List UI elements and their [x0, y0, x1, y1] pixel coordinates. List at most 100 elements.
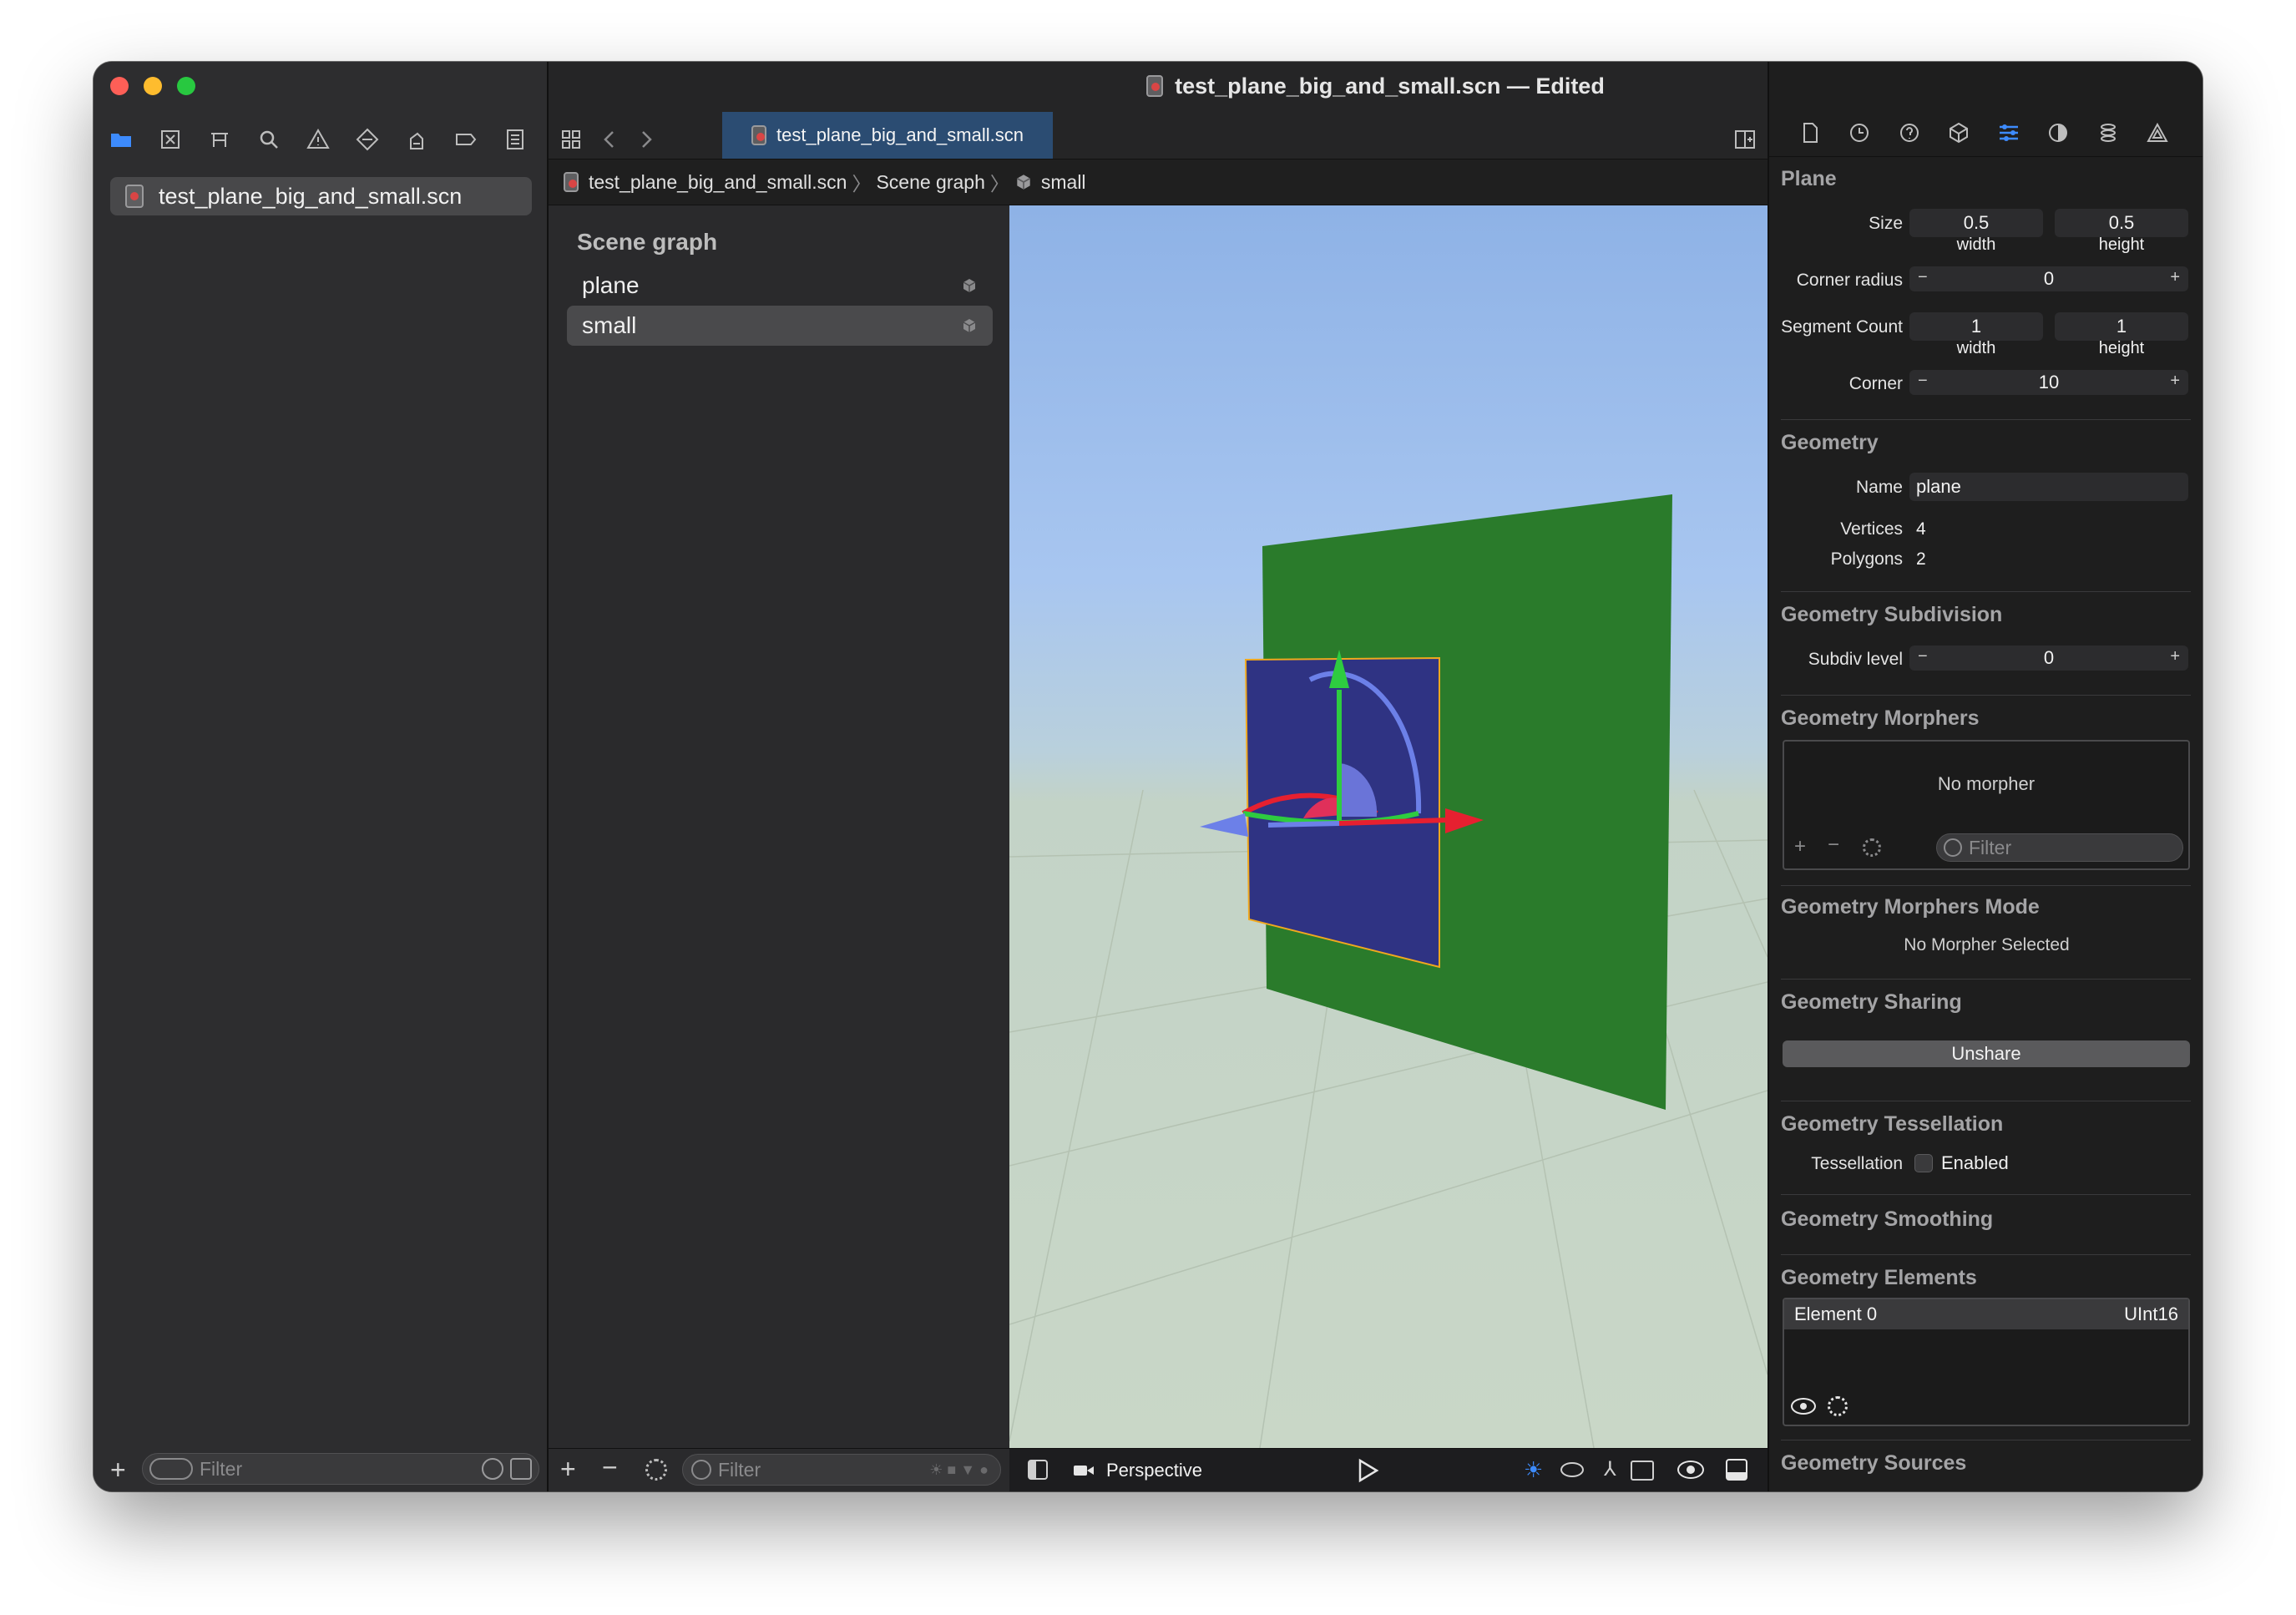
filter-type-icons[interactable]: ☀ ■ ▼ ● — [929, 1461, 989, 1479]
back-chevron-icon[interactable] — [590, 120, 629, 159]
add-icon[interactable]: + — [110, 1455, 126, 1486]
navigator-file-name: test_plane_big_and_small.scn — [159, 183, 463, 209]
element-row[interactable]: Element 0 UInt16 — [1784, 1299, 2188, 1329]
divider — [1781, 419, 2191, 420]
unshare-button[interactable]: Unshare — [1783, 1040, 2190, 1067]
add-editor-icon[interactable] — [1726, 120, 1764, 159]
breadcrumb-node[interactable]: small — [1041, 171, 1086, 194]
forward-chevron-icon[interactable] — [627, 120, 665, 159]
add-morpher-icon[interactable]: + — [1794, 835, 1806, 858]
corner-radius-label: Corner radius — [1796, 271, 1903, 290]
physics-icon[interactable] — [2089, 114, 2127, 152]
segment-width-field[interactable]: 1 — [1909, 312, 2043, 341]
element-name: Element 0 — [1794, 1304, 1878, 1324]
remove-morpher-icon[interactable]: − — [1828, 833, 1839, 857]
eye-icon[interactable] — [1791, 1398, 1816, 1415]
help-icon[interactable] — [1890, 114, 1929, 152]
xcode-window: test_plane_big_and_small.scn + Filter te… — [94, 62, 2202, 1491]
divider — [1781, 979, 2191, 980]
add-node-icon[interactable]: + — [560, 1454, 576, 1485]
node-cube-icon — [963, 279, 976, 292]
debug-spray-icon[interactable] — [397, 120, 436, 159]
material-icon[interactable] — [2039, 114, 2077, 152]
scene-graph-heading: Scene graph — [577, 229, 718, 255]
zoom-window-button[interactable] — [177, 77, 195, 95]
warning-icon[interactable] — [299, 120, 337, 159]
node-inspector-cube-icon[interactable] — [1939, 114, 1978, 152]
gear-icon[interactable] — [1863, 838, 1881, 857]
breadcrumb-file[interactable]: test_plane_big_and_small.scn — [589, 171, 847, 194]
play-icon[interactable] — [1355, 1457, 1380, 1484]
section-smoothing-title: Geometry Smoothing — [1781, 1207, 1994, 1231]
grid-icon[interactable] — [552, 120, 590, 159]
z-axis-handle[interactable] — [1267, 821, 1340, 828]
file-inspector-icon[interactable] — [1791, 114, 1829, 152]
divider — [1781, 1254, 2191, 1255]
sidebar-toggle-icon[interactable] — [1028, 1460, 1048, 1480]
recent-files-icon[interactable] — [482, 1458, 503, 1480]
corner-radius-value: 0 — [2043, 268, 2055, 289]
section-sources-title: Geometry Sources — [1781, 1451, 1967, 1475]
section-sharing-title: Geometry Sharing — [1781, 990, 1962, 1014]
segment-height-field[interactable]: 1 — [2055, 312, 2188, 341]
remove-node-icon[interactable]: − — [602, 1452, 618, 1483]
effects-icon[interactable] — [2138, 114, 2177, 152]
scene-viewport[interactable] — [1009, 205, 1768, 1448]
frame-icon[interactable] — [1631, 1461, 1654, 1481]
search-icon[interactable] — [250, 120, 288, 159]
close-window-button[interactable] — [110, 77, 129, 95]
increment-icon[interactable]: + — [2170, 268, 2180, 287]
x-axis-handle[interactable] — [1338, 818, 1449, 826]
history-clock-icon[interactable] — [1840, 114, 1879, 152]
tab-scene-file[interactable]: test_plane_big_and_small.scn — [722, 112, 1053, 159]
size-height-field[interactable]: 0.5 — [2055, 209, 2188, 237]
loop-icon[interactable] — [1560, 1462, 1584, 1477]
axes-icon[interactable]: ⅄ — [1604, 1457, 1616, 1481]
size-label: Size — [1869, 214, 1903, 233]
navigator-filter-placeholder: Filter — [200, 1457, 243, 1480]
segment-count-label: Segment Count — [1781, 317, 1903, 337]
subdiv-level-stepper[interactable]: − 0 + — [1909, 645, 2188, 671]
eye-icon[interactable] — [1677, 1461, 1704, 1479]
navigator-filter-field[interactable]: Filter — [142, 1453, 539, 1485]
corner-stepper[interactable]: − 10 + — [1909, 370, 2188, 395]
navigator-file-item[interactable]: test_plane_big_and_small.scn — [110, 177, 532, 215]
test-diamond-icon[interactable] — [348, 120, 387, 159]
size-width-field[interactable]: 0.5 — [1909, 209, 2043, 237]
section-morphers-title: Geometry Morphers — [1781, 706, 1980, 730]
minimize-window-button[interactable] — [144, 77, 162, 95]
tessellation-enabled-checkbox[interactable] — [1914, 1154, 1933, 1172]
increment-icon[interactable]: + — [2170, 372, 2180, 391]
source-control-filter-icon[interactable] — [510, 1458, 532, 1480]
segment-width-sublabel: width — [1956, 339, 1996, 357]
scene-graph-filter-field[interactable]: Filter ☀ ■ ▼ ● — [682, 1454, 1001, 1486]
z-axis-arrow-icon — [1200, 813, 1248, 837]
divider — [1781, 885, 2191, 886]
report-icon[interactable] — [496, 120, 534, 159]
increment-icon[interactable]: + — [2170, 647, 2180, 666]
scene-graph-filter-placeholder: Filter — [718, 1458, 761, 1481]
corner-radius-stepper[interactable]: − 0 + — [1909, 266, 2188, 291]
folder-icon[interactable] — [102, 120, 140, 159]
scene-node-row[interactable]: plane — [567, 266, 993, 306]
section-tessellation-title: Geometry Tessellation — [1781, 1112, 2004, 1136]
gear-icon[interactable] — [1828, 1396, 1848, 1416]
source-control-icon[interactable] — [151, 120, 190, 159]
scene-node-row-selected[interactable]: small — [567, 306, 993, 346]
lighting-sun-icon[interactable]: ☀ — [1524, 1457, 1543, 1483]
camera-selector[interactable]: Perspective — [1073, 1457, 1202, 1484]
inspector-toggle-icon[interactable] — [1726, 1459, 1747, 1481]
geometry-name-field[interactable]: plane — [1909, 473, 2188, 501]
scene-file-icon — [564, 172, 579, 192]
symbol-navigator-icon[interactable] — [200, 120, 239, 159]
morpher-filter-placeholder: Filter — [1969, 836, 2012, 858]
scene-render — [1009, 494, 1768, 1448]
morphers-empty-text: No morpher — [1937, 773, 2036, 794]
breakpoint-icon[interactable] — [447, 120, 485, 159]
gear-icon[interactable] — [645, 1459, 667, 1481]
filter-options-icon[interactable] — [149, 1458, 193, 1480]
attributes-sliders-icon[interactable] — [1990, 114, 2028, 152]
breadcrumb-scene-graph[interactable]: Scene graph — [876, 171, 984, 194]
segment-height-sublabel: height — [2098, 339, 2145, 357]
morpher-filter-field[interactable]: Filter — [1936, 833, 2183, 862]
